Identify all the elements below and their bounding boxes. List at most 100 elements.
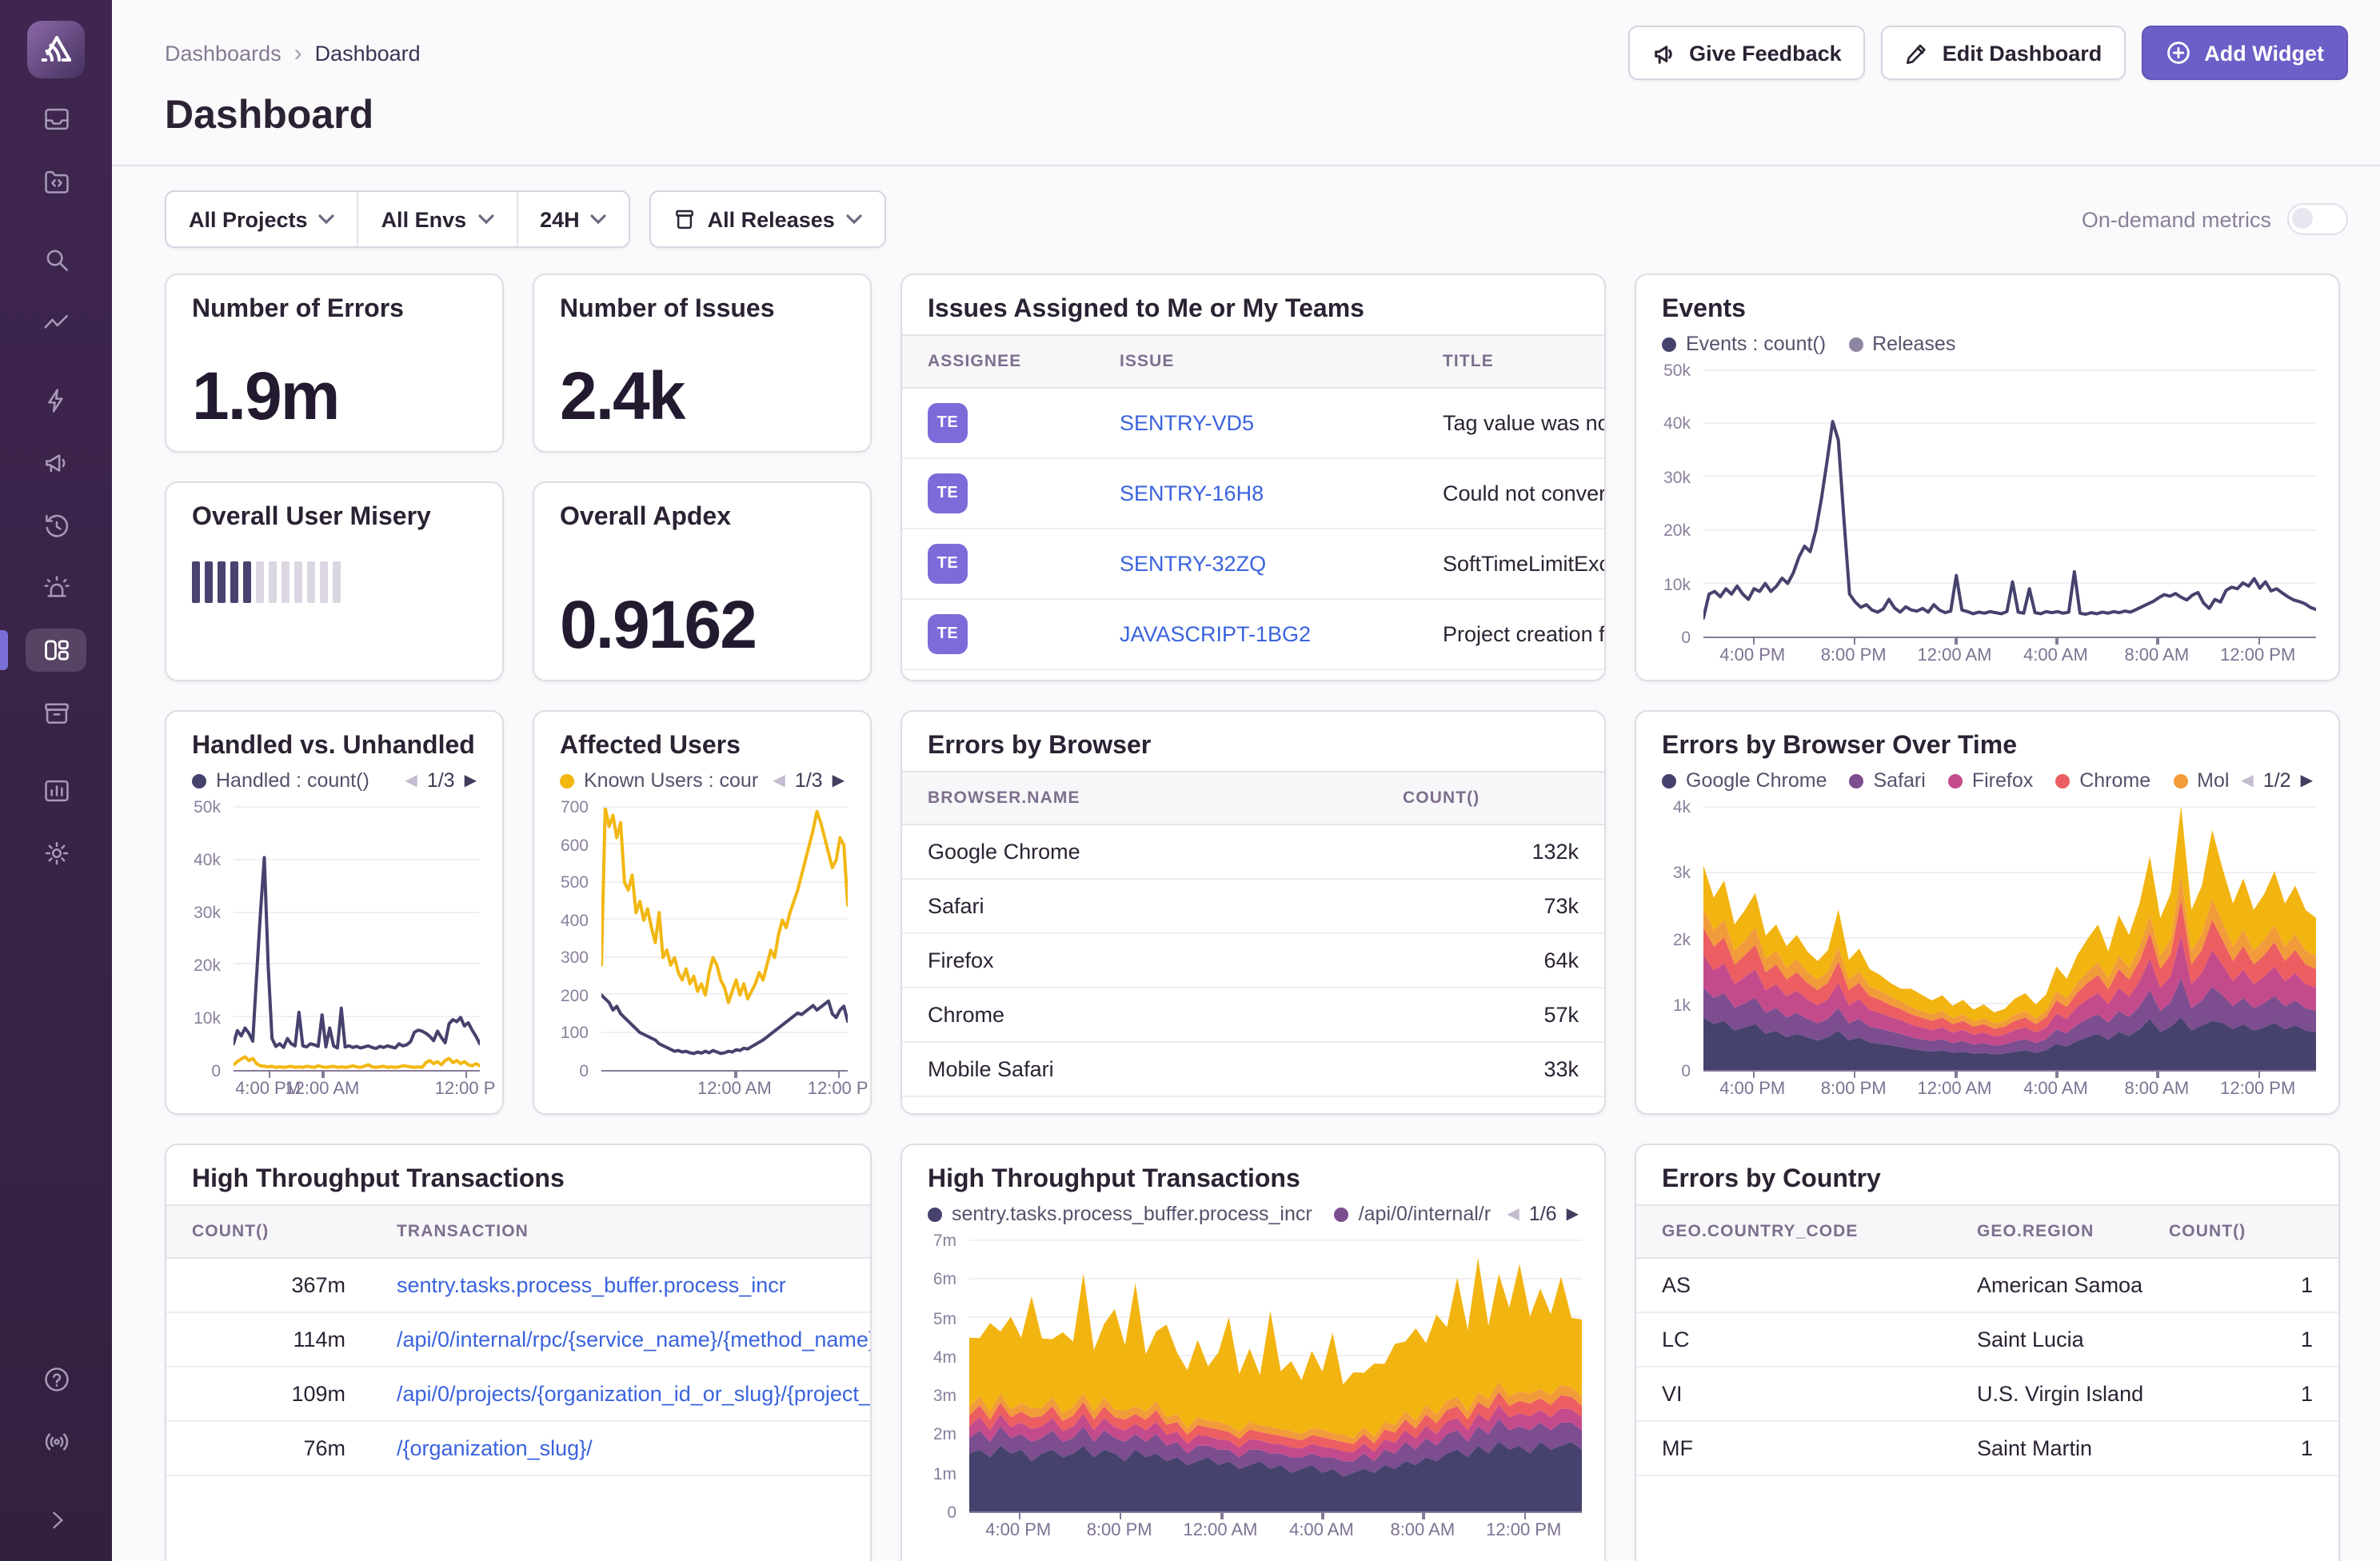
cell-text: Safari (902, 879, 1377, 933)
table-row: Google Chrome132k (902, 824, 1604, 879)
give-feedback-button[interactable]: Give Feedback (1628, 26, 1866, 80)
broadcast-icon (41, 1427, 71, 1457)
widget-title: Number of Issues (534, 275, 870, 334)
pagination-next[interactable]: ▶ (465, 772, 477, 789)
sidebar-item-replays[interactable] (26, 504, 86, 547)
app-root: Dashboards › Dashboard Give Feedback Edi… (0, 0, 2380, 1561)
legend-item[interactable]: /api/0/internal/r (1335, 1203, 1491, 1225)
pagination-prev[interactable]: ◀ (773, 772, 785, 789)
topbar: Dashboards › Dashboard Give Feedback Edi… (112, 0, 2380, 80)
legend-item[interactable]: Known Users : cour (560, 769, 758, 792)
legend-item[interactable]: Chrome (2055, 769, 2150, 792)
cell-link[interactable]: /api/0/internal/rpc/{service_name}/{meth… (397, 1327, 870, 1351)
sidebar-item-starfish[interactable] (26, 379, 86, 422)
release-filter-group: All Releases (650, 190, 886, 248)
table-row: LCSaint Lucia1 (1636, 1312, 2338, 1367)
column-header[interactable]: COUNT() (2143, 1205, 2338, 1258)
cell-link[interactable]: JAVASCRIPT-1BG2 (1120, 622, 1311, 646)
legend-item[interactable]: Firefox (1948, 769, 2033, 792)
column-header[interactable]: COUNT() (166, 1205, 371, 1258)
sentry-logo[interactable] (27, 21, 85, 78)
legend-item[interactable]: Handled : count() (192, 769, 369, 792)
widget-head: Errors by Browser Over Time Google Chrom… (1636, 712, 2338, 798)
pagination-next[interactable]: ▶ (1567, 1205, 1579, 1223)
cell-link[interactable]: /api/0/projects/{organization_id_or_slug… (397, 1382, 870, 1406)
sidebar-item-feedback[interactable] (26, 441, 86, 485)
environment-filter[interactable]: All Envs (359, 192, 518, 246)
project-filter[interactable]: All Projects (166, 192, 359, 246)
legend-item[interactable]: Google Chrome (1662, 769, 1827, 792)
legend-item[interactable]: Mobile S (2173, 769, 2228, 792)
legend-pagination: ◀1/2▶ (2241, 769, 2313, 792)
widget-errors-by-browser-over-time: Errors by Browser Over Time Google Chrom… (1635, 710, 2340, 1115)
avatar[interactable]: TE (928, 544, 968, 584)
cell-link[interactable]: sentry.tasks.process_buffer.process_incr (397, 1273, 786, 1297)
main-content: Dashboards › Dashboard Give Feedback Edi… (112, 0, 2380, 1561)
filter-bar: All Projects All Envs 24H All Releases (112, 166, 2380, 270)
widget-title: Handled vs. Unhandled (192, 733, 477, 769)
line-series (234, 857, 480, 1048)
y-axis-labels: 01m2m3m4m5m6m7m (908, 1241, 969, 1513)
breadcrumb-dashboards[interactable]: Dashboards (165, 41, 282, 65)
misery-bar (307, 561, 315, 603)
legend-item[interactable]: Releases (1848, 333, 1955, 355)
pagination-next[interactable]: ▶ (833, 772, 845, 789)
cell-link[interactable]: SENTRY-16H8 (1120, 481, 1264, 505)
x-axis-labels: 4:00 PM8:00 PM12:00 AM4:00 AM8:00 AM12:0… (969, 1513, 1582, 1542)
sidebar-item-projects[interactable] (26, 160, 86, 203)
avatar[interactable]: TE (928, 473, 968, 513)
table-row: 367msentry.tasks.process_buffer.process_… (166, 1258, 870, 1312)
column-header[interactable]: TRANSACTION (371, 1205, 870, 1258)
sidebar-item-whats-new[interactable] (26, 1420, 86, 1463)
legend-pagination: ◀1/3▶ (405, 769, 477, 792)
chart-plot (969, 1241, 1582, 1513)
sidebar-item-alerts[interactable] (26, 566, 86, 609)
sidebar-item-help[interactable] (26, 1358, 86, 1401)
stats-bars-icon (41, 776, 71, 806)
column-header[interactable]: ISSUE (1094, 335, 1417, 388)
pagination-label: 1/6 (1529, 1203, 1557, 1225)
sidebar-item-settings[interactable] (26, 832, 86, 875)
sidebar-item-issues[interactable] (26, 98, 86, 141)
sidebar-item-releases[interactable] (26, 691, 86, 734)
column-header[interactable]: GEO.REGION (1951, 1205, 2143, 1258)
legend-item[interactable]: Events : count() (1662, 333, 1826, 355)
errors-by-browser-chart: 01k2k3k4k4:00 PM8:00 PM12:00 AM4:00 AM8:… (1636, 798, 2338, 1113)
legend-item[interactable]: sentry.tasks.process_buffer.process_incr (928, 1203, 1312, 1225)
column-header[interactable]: COUNT() (1377, 772, 1604, 824)
sidebar-item-stats[interactable] (26, 769, 86, 812)
legend-item[interactable]: Safari (1850, 769, 1926, 792)
column-header[interactable]: ASSIGNEE (902, 335, 1094, 388)
pagination-prev[interactable]: ◀ (405, 772, 417, 789)
cell-link[interactable]: /{organization_slug}/ (397, 1436, 593, 1460)
cell-link[interactable]: SENTRY-32ZQ (1120, 552, 1266, 576)
chart-plot (601, 808, 848, 1072)
sidebar-collapse[interactable] (26, 1499, 86, 1542)
avatar[interactable]: TE (928, 403, 968, 443)
add-widget-button[interactable]: Add Widget (2142, 26, 2348, 80)
avatar[interactable]: TE (928, 614, 968, 654)
widget-title: Issues Assigned to Me or My Teams (902, 275, 1604, 334)
pagination-prev[interactable]: ◀ (1507, 1205, 1519, 1223)
pagination-prev[interactable]: ◀ (2241, 772, 2253, 789)
sidebar-item-dashboards[interactable] (26, 629, 86, 672)
widget-title: Errors by Country (1636, 1145, 2338, 1204)
widget-number-of-errors: Number of Errors 1.9m (165, 273, 504, 453)
date-range-filter[interactable]: 24H (517, 192, 629, 246)
edit-dashboard-button[interactable]: Edit Dashboard (1882, 26, 2126, 80)
sidebar-item-performance[interactable] (26, 301, 86, 344)
column-header[interactable]: BROWSER.NAME (902, 772, 1377, 824)
pagination-next[interactable]: ▶ (2301, 772, 2313, 789)
y-axis-labels: 0100200300400500600700 (541, 808, 601, 1072)
chevron-down-icon (846, 214, 862, 224)
cell-link[interactable]: SENTRY-VD5 (1120, 411, 1254, 435)
sidebar-item-explore[interactable] (26, 238, 86, 281)
cell-text: American Samoa (1951, 1258, 2143, 1312)
on-demand-toggle[interactable] (2287, 203, 2348, 235)
release-filter[interactable]: All Releases (652, 192, 885, 246)
column-header[interactable]: TITLE (1417, 335, 1604, 388)
cell-text: Project creation failed (1417, 599, 1604, 669)
cell-text: 73k (1377, 879, 1604, 933)
column-header[interactable]: GEO.COUNTRY_CODE (1636, 1205, 1951, 1258)
widget-head: High Throughput Transactions sentry.task… (902, 1145, 1604, 1232)
